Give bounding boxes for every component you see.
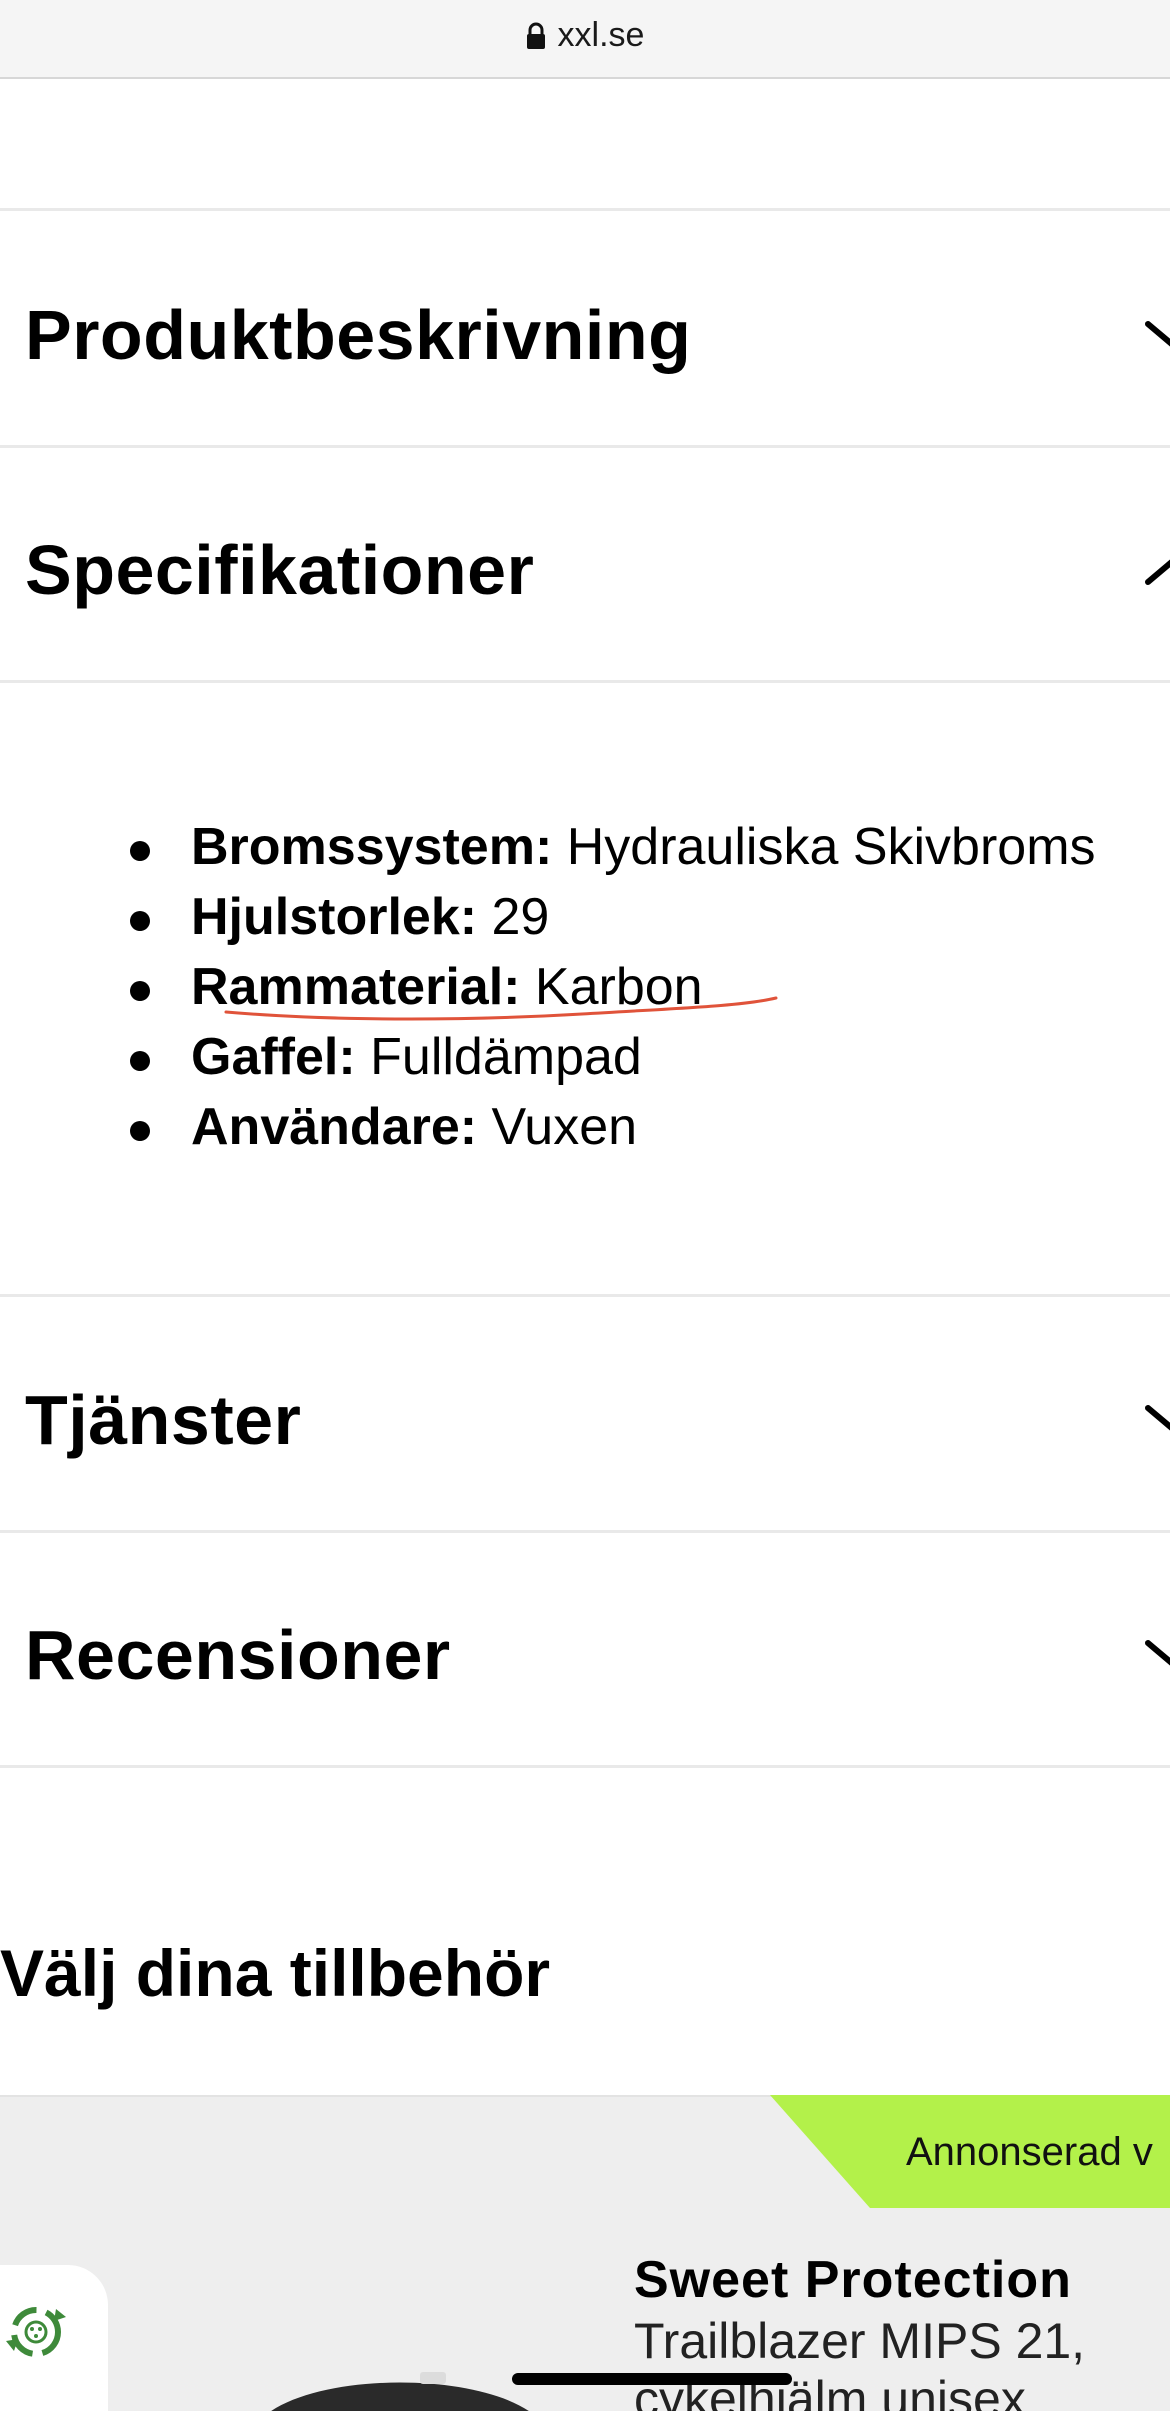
product-name[interactable]: Trailblazer MIPS 21, cykelhjälm unisex <box>634 2312 1154 2411</box>
divider <box>0 1765 1170 1768</box>
divider <box>0 208 1170 211</box>
accessories-heading: Välj dina tillbehör <box>0 1936 551 2010</box>
divider <box>0 680 1170 683</box>
bullet <box>130 1121 150 1141</box>
recycle-icon <box>6 2307 66 2357</box>
spec-key: Bromssystem: <box>191 818 553 876</box>
bullet <box>130 981 150 1001</box>
bullet <box>130 841 150 861</box>
page: xxl.se Produktbeskrivning Specifikatione… <box>0 0 1170 2411</box>
spec-key: Gaffel: <box>191 1028 356 1086</box>
chevron-down-icon[interactable] <box>1144 314 1170 354</box>
spec-key: Användare: <box>191 1098 478 1156</box>
spec-value: Hydrauliska Skivbroms <box>566 818 1096 876</box>
spec-value: Vuxen <box>491 1098 638 1156</box>
spec-value: 29 <box>491 888 550 946</box>
divider <box>0 1530 1170 1533</box>
divider <box>0 1294 1170 1297</box>
accordion-recensioner[interactable]: Recensioner <box>25 1620 451 1690</box>
helmet-image[interactable] <box>250 2360 550 2411</box>
browser-url-bar[interactable]: xxl.se <box>0 0 1170 79</box>
product-brand[interactable]: Sweet Protection <box>634 2250 1072 2310</box>
bullet <box>130 1051 150 1071</box>
ad-label: Annonserad v <box>906 2130 1153 2174</box>
eco-badge[interactable] <box>0 2265 108 2411</box>
accordion-produktbeskrivning[interactable]: Produktbeskrivning <box>25 300 691 370</box>
chevron-down-icon[interactable] <box>1144 1398 1170 1438</box>
red-underline-annotation <box>224 996 778 1021</box>
accordion-tjanster[interactable]: Tjänster <box>25 1385 301 1455</box>
lock-icon <box>526 22 545 49</box>
divider <box>0 445 1170 448</box>
url-text: xxl.se <box>557 16 645 54</box>
chevron-up-icon[interactable] <box>1144 550 1170 590</box>
accordion-specifikationer[interactable]: Specifikationer <box>25 535 534 605</box>
bullet <box>130 911 150 931</box>
spec-value: Fulldämpad <box>370 1028 642 1086</box>
spec-key: Hjulstorlek: <box>191 888 478 946</box>
chevron-down-icon[interactable] <box>1144 1633 1170 1673</box>
home-indicator[interactable] <box>512 2373 792 2385</box>
